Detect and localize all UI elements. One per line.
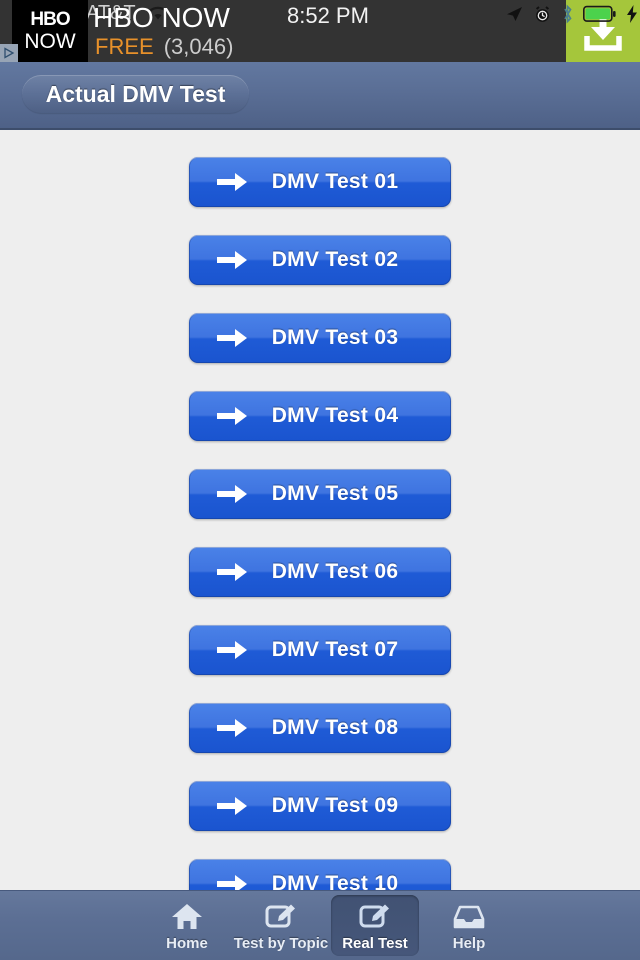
pencil-square-icon: [264, 900, 298, 934]
test-button[interactable]: DMV Test 05: [189, 469, 451, 519]
arrow-right-icon: [217, 875, 247, 890]
status-time: 8:52 PM: [287, 3, 369, 28]
tab-bar: Home Test by Topic Real Test Help: [0, 890, 640, 960]
battery-icon: [583, 5, 616, 22]
location-arrow-icon: [507, 7, 522, 21]
test-button[interactable]: DMV Test 09: [189, 781, 451, 831]
test-button[interactable]: DMV Test 03: [189, 313, 451, 363]
header-bar: Actual DMV Test: [0, 62, 640, 130]
arrow-right-icon: [217, 173, 247, 191]
inbox-tray-icon: [452, 900, 486, 934]
test-list: DMV Test 01 DMV Test 02 DMV Test 03 DMV Tes…: [0, 130, 640, 890]
arrow-right-icon: [217, 797, 247, 815]
tab-help[interactable]: Help: [425, 895, 513, 956]
arrow-right-icon: [217, 719, 247, 737]
ad-rating-count: (3,046): [163, 34, 234, 59]
adchoices-icon[interactable]: [0, 44, 18, 62]
arrow-right-icon: [217, 407, 247, 425]
test-button[interactable]: DMV Test 04: [189, 391, 451, 441]
tab-home[interactable]: Home: [143, 895, 231, 956]
status-icons-group: [504, 4, 638, 24]
now-logo-text: NOW: [24, 30, 76, 53]
test-button[interactable]: DMV Test 07: [189, 625, 451, 675]
page-title-label: Actual DMV Test: [45, 80, 226, 107]
test-list-scroll-area[interactable]: DMV Test 01 DMV Test 02 DMV Test 03 DMV Tes…: [0, 130, 640, 890]
alarm-clock-icon: [535, 5, 550, 22]
home-icon: [170, 900, 204, 934]
test-button[interactable]: DMV Test 02: [189, 235, 451, 285]
test-button[interactable]: DMV Test 08: [189, 703, 451, 753]
pencil-square-icon: [358, 900, 392, 934]
ad-title: HBO NOW: [93, 2, 230, 33]
tab-home-label: Home: [166, 934, 208, 952]
ad-banner[interactable]: AT&T 8:52 PM HBO NOW HBO NOW FREE (3,046…: [0, 0, 640, 62]
ad-price-label: FREE: [95, 34, 154, 59]
bluetooth-icon: [564, 4, 572, 24]
test-button[interactable]: DMV Test 01: [189, 157, 451, 207]
arrow-right-icon: [217, 251, 247, 269]
arrow-right-icon: [217, 563, 247, 581]
lightning-bolt-icon: [627, 5, 637, 23]
ad-subtitle: FREE (3,046): [95, 34, 233, 60]
arrow-right-icon: [217, 329, 247, 347]
tab-test-by-topic[interactable]: Test by Topic: [233, 895, 329, 956]
hbo-logo-text: HBO: [30, 9, 70, 30]
tab-help-label: Help: [452, 934, 486, 952]
arrow-right-icon: [217, 641, 247, 659]
page-title[interactable]: Actual DMV Test: [22, 75, 249, 113]
tab-real-test-label: Real Test: [342, 934, 408, 952]
test-button[interactable]: DMV Test 06: [189, 547, 451, 597]
hbo-now-logo: HBO NOW: [12, 0, 88, 62]
app-screen: AT&T 8:52 PM HBO NOW HBO NOW FREE (3,046…: [0, 0, 640, 960]
tab-real-test[interactable]: Real Test: [331, 895, 419, 956]
tab-test-by-topic-label: Test by Topic: [233, 934, 329, 952]
arrow-right-icon: [217, 485, 247, 503]
test-button[interactable]: DMV Test 10: [189, 859, 451, 890]
